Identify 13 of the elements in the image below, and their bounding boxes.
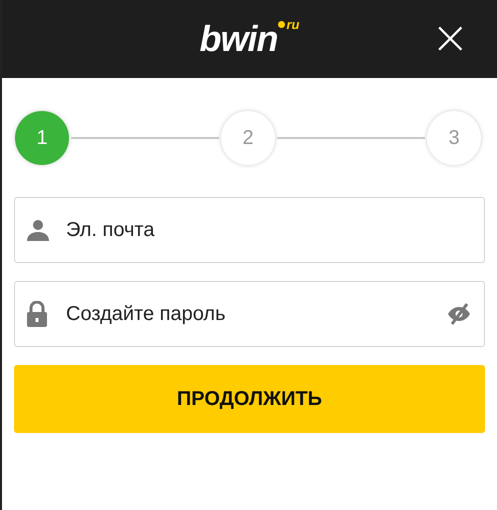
continue-button[interactable]: ПРОДОЛЖИТЬ (14, 365, 485, 433)
email-field[interactable]: Эл. почта (14, 197, 485, 263)
logo-text: bwin (200, 21, 278, 57)
person-icon (26, 218, 50, 242)
password-field[interactable]: Создайте пароль (14, 281, 485, 347)
step-circle: 3 (427, 111, 481, 165)
close-button[interactable]: × (431, 19, 467, 55)
step-circle: 2 (221, 111, 275, 165)
logo-suffix: ru (286, 17, 300, 32)
step-circle: 1 (15, 111, 69, 165)
dot-icon (278, 21, 286, 28)
eye-slash-icon[interactable] (447, 302, 471, 326)
lock-icon (26, 301, 48, 327)
